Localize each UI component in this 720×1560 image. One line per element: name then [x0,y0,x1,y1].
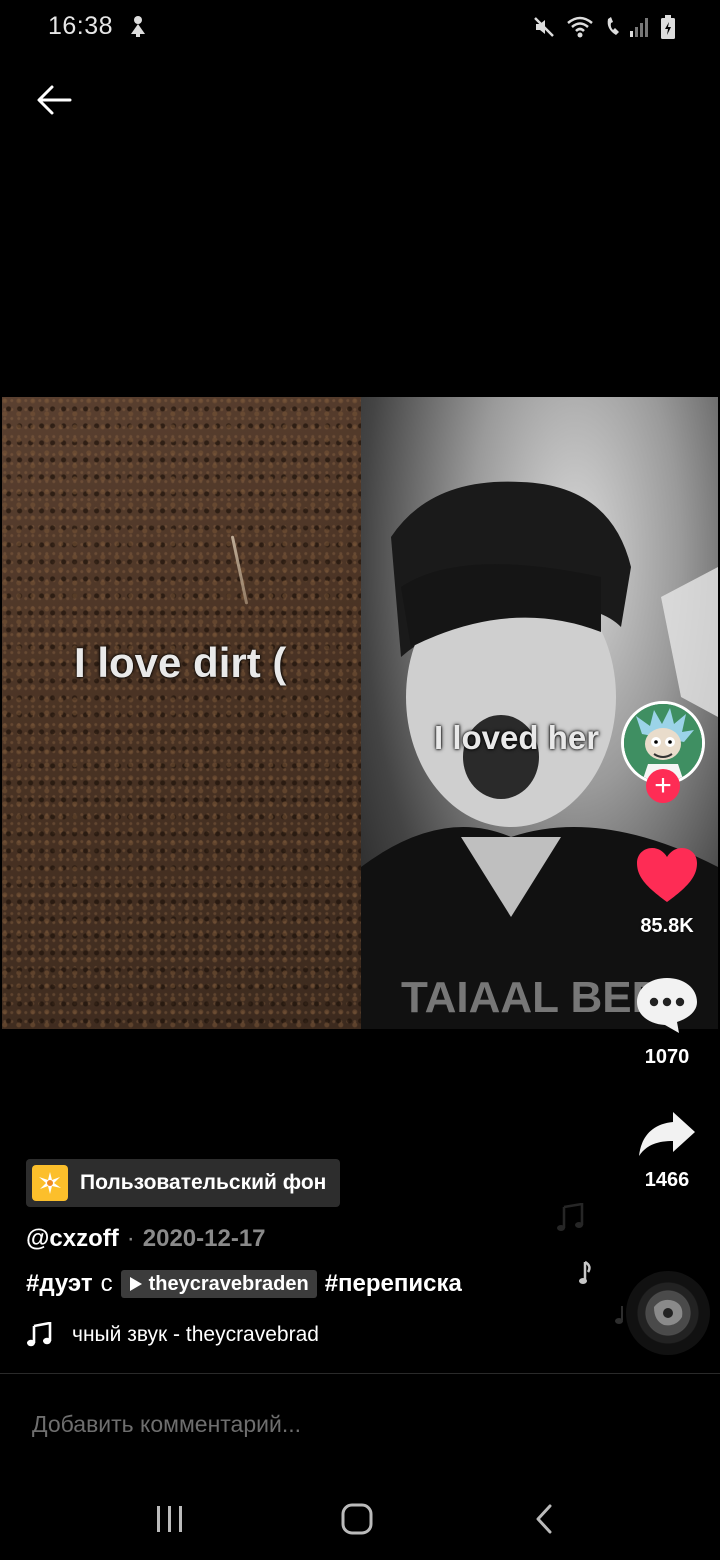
share-arrow-icon [639,1112,695,1156]
separator: · [126,1225,135,1252]
mention-chip[interactable]: theycravebraden [120,1270,317,1298]
music-line[interactable]: чный звук - theycravebrad [26,1322,319,1348]
author-avatar-group: + [621,701,707,803]
play-icon [129,1277,142,1291]
floating-note-icon [579,1260,591,1284]
music-disc[interactable] [626,1271,710,1355]
effect-label: Пользовательский фон [80,1171,327,1194]
home-button[interactable] [327,1496,387,1542]
like-button[interactable]: 85.8K [617,846,717,938]
hashtag-correspondence[interactable]: #переписка [325,1270,462,1298]
call-signal-icon [604,15,650,39]
music-title: чный звук - theycravebrad [72,1323,319,1346]
back-arrow-icon [37,85,72,115]
author-username[interactable]: @cxzoff [26,1225,119,1253]
mute-icon [532,15,556,39]
right-overlay-text: I loved her [434,719,600,756]
share-button[interactable]: 1466 [617,1110,717,1192]
left-overlay-text: I love dirt ( [74,639,287,686]
music-note-icon [27,1322,52,1347]
share-count: 1466 [644,1169,690,1191]
video-player[interactable]: TAIAAL BEDD I love dirt ( I loved her [0,397,720,1029]
back-button[interactable] [30,76,78,124]
author-line: @cxzoff · 2020-12-17 [26,1225,266,1253]
comment-button[interactable]: 1070 [617,975,717,1069]
battery-icon [660,15,676,39]
effect-chip[interactable]: Пользовательский фон [26,1159,341,1207]
heart-icon [637,848,697,902]
comment-bubble-icon [637,978,697,1033]
caption-word: с [100,1270,113,1297]
post-date: 2020-12-17 [142,1225,266,1252]
status-bar: 16:38 [0,0,720,56]
nav-back-icon [536,1504,552,1534]
home-icon [341,1503,373,1535]
disc-cover [646,1291,690,1335]
duet-left-pane [2,397,361,1029]
like-count: 85.8K [640,915,694,937]
nav-back-button[interactable] [514,1496,574,1542]
follow-button[interactable]: + [646,769,680,803]
dirt-root [230,535,249,605]
hashtag-duet[interactable]: #дуэт [26,1270,93,1298]
recent-apps-icon [157,1506,182,1532]
effect-icon [32,1165,68,1201]
status-icons [532,14,676,40]
caption: #дуэт с theycravebraden #переписка [26,1270,462,1298]
mention-username: theycravebraden [148,1272,309,1295]
recent-apps-button[interactable] [140,1496,200,1542]
wifi-icon [566,15,594,39]
floating-note-icon [557,1203,584,1231]
comment-input[interactable] [0,1374,720,1474]
comment-count: 1070 [644,1046,690,1068]
system-nav-bar [0,1474,720,1560]
status-time: 16:38 [48,12,114,40]
notification-icon [128,14,148,38]
